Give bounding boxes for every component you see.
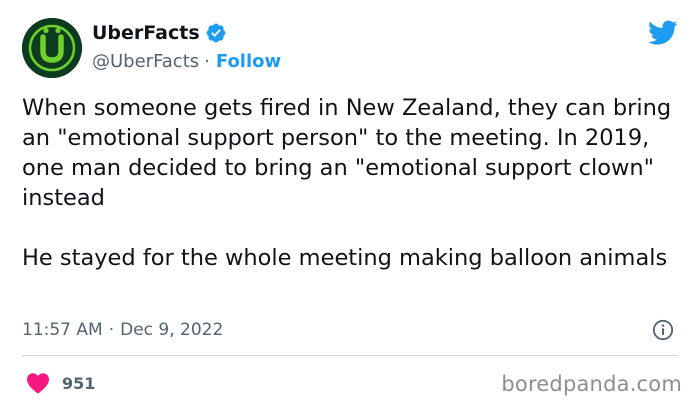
author-handle-row: @UberFacts · Follow [92,48,281,74]
watermark: boredpanda.com [501,372,682,396]
author-display-name[interactable]: UberFacts [92,22,200,44]
tweet-paragraph: He stayed for the whole meeting making b… [22,245,668,271]
tweet-text: When someone gets fired in New Zealand, … [22,93,672,273]
verified-badge-icon [206,23,226,43]
avatar[interactable] [22,18,82,78]
tweet-date[interactable]: Dec 9, 2022 [120,320,223,340]
uberfacts-logo-icon [22,18,82,78]
follow-button[interactable]: Follow [216,51,281,72]
tweet-paragraph: When someone gets fired in New Zealand, … [22,95,672,211]
heart-icon [27,373,49,394]
author-name-row: UberFacts [92,20,227,46]
tweet-time[interactable]: 11:57 AM [22,320,103,340]
info-icon[interactable] [652,319,674,341]
meta-separator: · [108,320,115,340]
tweet-meta-row: 11:57 AM · Dec 9, 2022 [22,318,223,342]
twitter-bird-icon[interactable] [648,20,678,46]
like-button[interactable]: 951 [26,372,95,394]
divider [22,355,678,356]
like-count: 951 [62,373,96,393]
handle-separator: · [204,50,210,72]
author-handle[interactable]: @UberFacts [92,51,199,72]
